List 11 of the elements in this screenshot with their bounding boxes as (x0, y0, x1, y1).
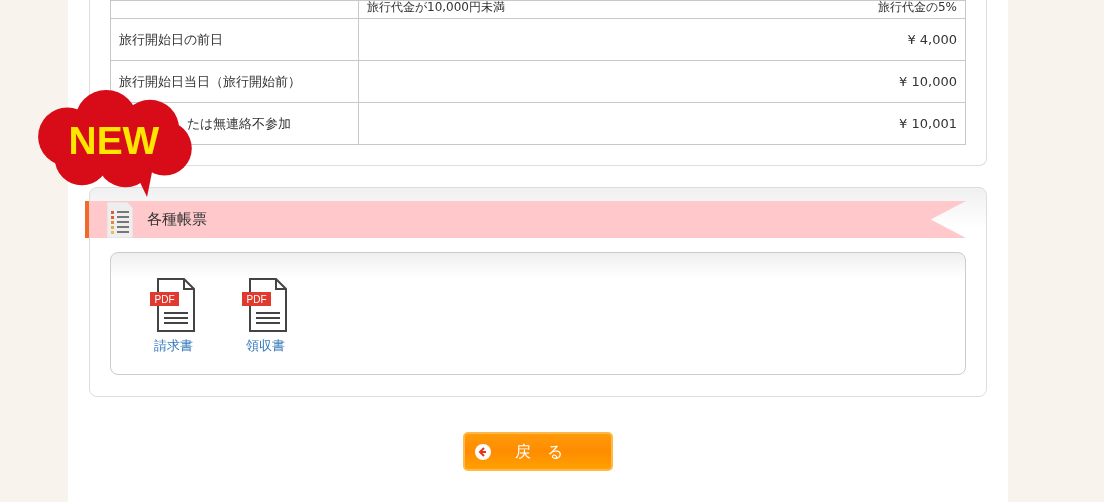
cell-text: 旅行代金が10,000円未満 (367, 1, 505, 13)
table-cell: ¥ 10,000 (358, 60, 966, 103)
document-link[interactable]: 請求書 (153, 336, 193, 356)
document-link[interactable]: 領収書 (245, 336, 285, 356)
back-button[interactable]: 戻 る (463, 432, 613, 471)
section-title: 各種帳票 (147, 209, 207, 231)
table-cell: ¥ 10,001 (358, 102, 966, 145)
cell-text: 旅行代金の5% (877, 1, 957, 13)
list-icon (107, 201, 133, 238)
table-cell: ¥ 4,000 (358, 18, 966, 61)
table-cell: 旅行開始日の前日 (110, 18, 359, 61)
